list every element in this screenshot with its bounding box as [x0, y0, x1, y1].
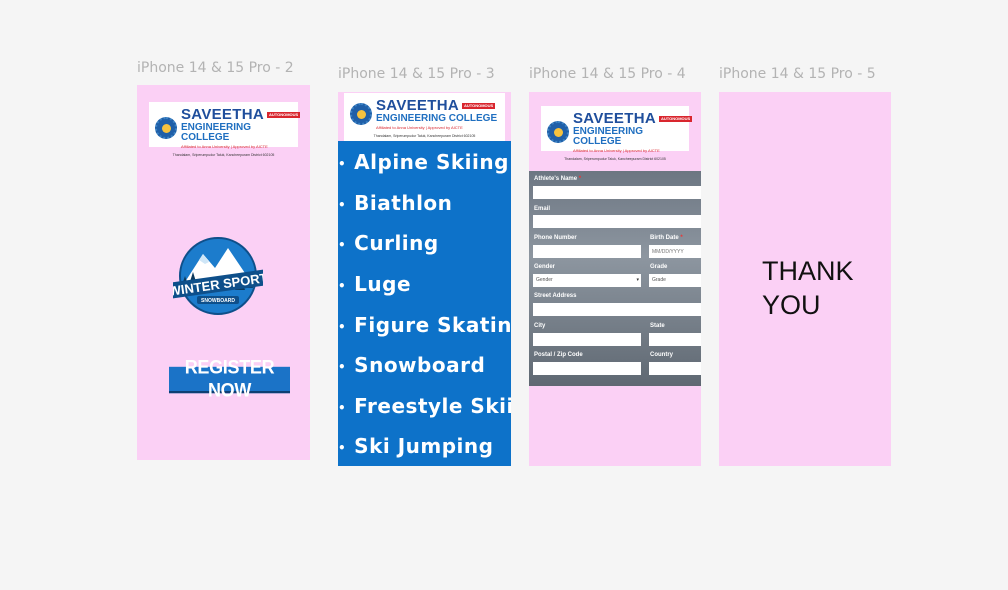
- city-input[interactable]: [533, 333, 641, 346]
- college-emblem-icon: [350, 103, 372, 125]
- city-label: City: [534, 323, 546, 329]
- frame-label-5[interactable]: iPhone 14 & 15 Pro - 5: [719, 66, 876, 82]
- autonomous-badge: AUTONOMOUS: [266, 111, 301, 118]
- email-label: Email: [534, 206, 551, 212]
- autonomous-badge: AUTONOMOUS: [658, 115, 693, 122]
- registration-form: Athlete's Name * Email Phone Number Birt…: [529, 171, 701, 386]
- sport-item[interactable]: • Snowboard: [338, 353, 485, 377]
- frame-label-2[interactable]: iPhone 14 & 15 Pro - 2: [137, 60, 294, 76]
- postal-input[interactable]: [533, 362, 641, 375]
- country-input[interactable]: [649, 362, 701, 375]
- college-address: Thandalam, Sriperumpudur Taluk, Kancheep…: [564, 157, 666, 161]
- sports-list: • Alpine Skiing • Biathlon • Curling • Luge …: [338, 141, 511, 466]
- college-address: Thandalam, Sriperumpudur Taluk, Kancheep…: [172, 153, 275, 157]
- athlete-name-label: Athlete's Name *: [534, 176, 582, 182]
- sport-item[interactable]: • Curling: [338, 231, 439, 255]
- sport-item[interactable]: •Freestyle Skiing: [338, 394, 511, 418]
- birth-date-label: Birth Date *: [650, 235, 683, 241]
- frame-label-4[interactable]: iPhone 14 & 15 Pro - 4: [529, 66, 686, 82]
- college-affiliation: Affiliated to Anna University | Approved…: [573, 148, 660, 153]
- phone-label: Phone Number: [534, 235, 577, 241]
- gender-select[interactable]: Gender ▾: [533, 274, 641, 287]
- sport-item[interactable]: • Figure Skating: [338, 313, 511, 337]
- sport-item[interactable]: • Biathlon: [338, 191, 452, 215]
- college-emblem-icon: [547, 121, 569, 143]
- phone-input[interactable]: [533, 245, 641, 258]
- badge-ribbon: SNOWBOARD: [201, 298, 235, 304]
- country-label: Country: [650, 352, 673, 358]
- frame-label-3[interactable]: iPhone 14 & 15 Pro - 3: [338, 66, 495, 82]
- thank-you-line-2: YOU: [762, 290, 821, 320]
- athlete-name-input[interactable]: [533, 186, 701, 199]
- college-subtitle: ENGINEERING COLLEGE: [376, 113, 498, 124]
- thank-you-message: THANK YOU: [762, 254, 854, 322]
- street-label: Street Address: [534, 293, 577, 299]
- state-input[interactable]: [649, 333, 701, 346]
- postal-label: Postal / Zip Code: [534, 352, 583, 358]
- street-input[interactable]: [533, 303, 701, 316]
- college-name: SAVEETHA: [573, 110, 656, 127]
- autonomous-badge: AUTONOMOUS: [461, 102, 496, 109]
- college-name: SAVEETHA: [376, 97, 459, 114]
- grade-label: Grade: [650, 264, 668, 270]
- college-subtitle: ENGINEERING COLLEGE: [181, 122, 252, 143]
- college-address: Thandalam, Sriperumpudur Taluk, Kancheep…: [373, 134, 476, 138]
- sport-item[interactable]: • Luge: [338, 272, 411, 296]
- grade-select[interactable]: Grade: [649, 274, 701, 287]
- college-name: SAVEETHA: [181, 106, 264, 123]
- college-header: SAVEETHA AUTONOMOUS ENGINEERING COLLEGE …: [541, 106, 693, 161]
- winter-sport-badge: WINTER SPORT SNOWBOARD: [173, 237, 263, 315]
- college-affiliation: Affiliated to Anna University | Approved…: [376, 125, 463, 130]
- register-now-button[interactable]: REGISTER NOW: [169, 356, 290, 401]
- email-input[interactable]: [533, 215, 701, 228]
- college-header: SAVEETHA AUTONOMOUS ENGINEERING COLLEGE …: [149, 102, 301, 157]
- college-subtitle: ENGINEERING COLLEGE: [573, 126, 644, 147]
- thank-you-line-1: THANK: [762, 256, 854, 286]
- college-header: SAVEETHA AUTONOMOUS ENGINEERING COLLEGE …: [344, 93, 505, 141]
- sport-item[interactable]: • Ski Jumping: [338, 434, 493, 458]
- college-emblem-icon: [155, 117, 177, 139]
- sport-item[interactable]: • Alpine Skiing: [338, 150, 509, 174]
- gender-label: Gender: [534, 264, 556, 270]
- college-affiliation: Affiliated to Anna University | Approved…: [181, 144, 268, 149]
- state-label: State: [650, 323, 665, 329]
- birth-date-input[interactable]: [649, 245, 701, 258]
